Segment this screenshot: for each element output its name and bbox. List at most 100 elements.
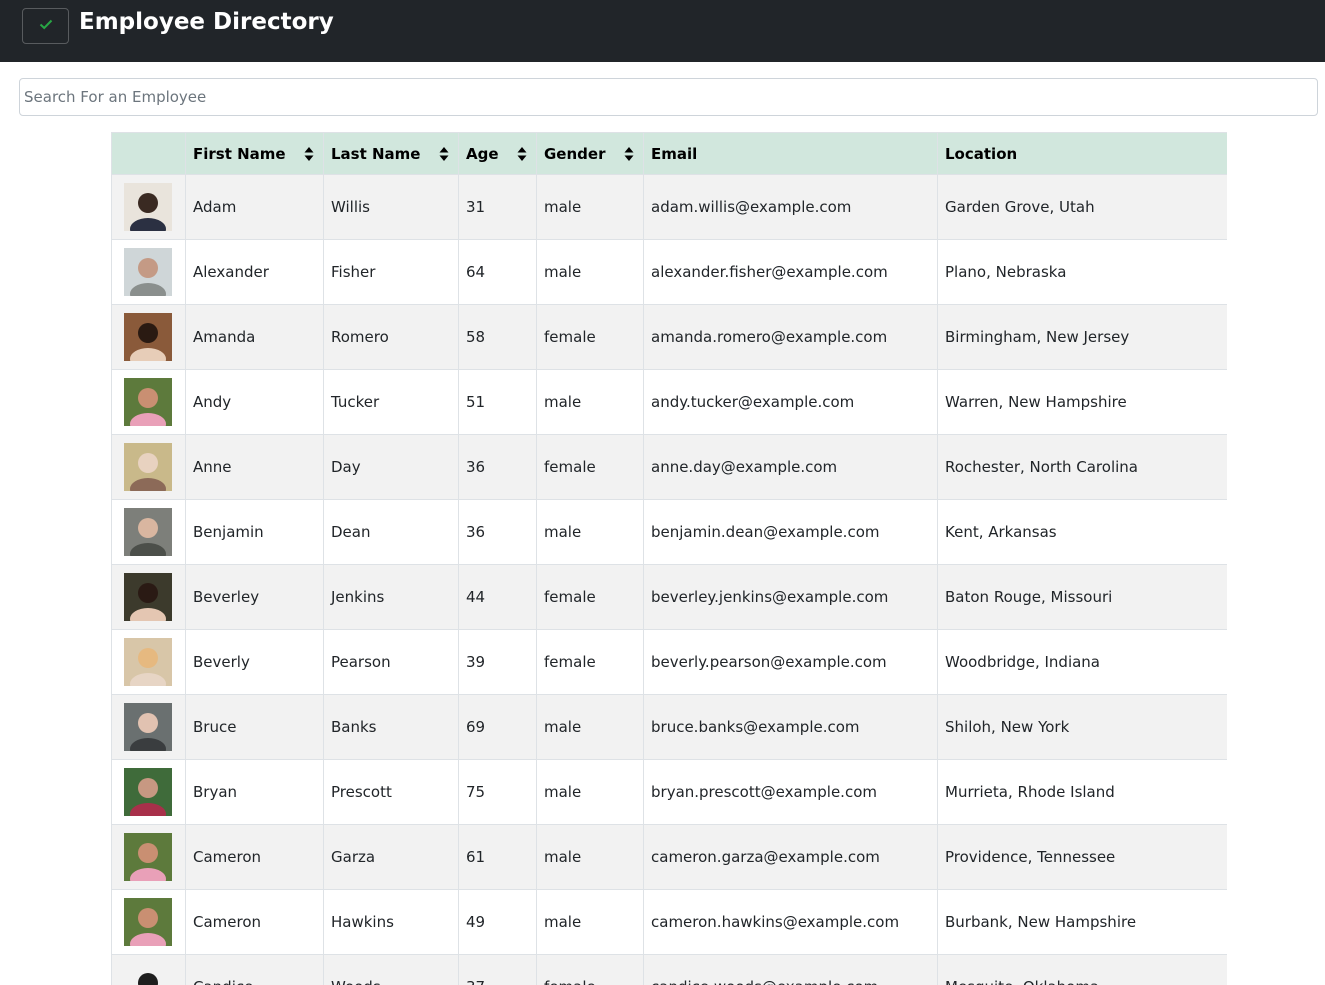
cell-first: Bryan [185,759,324,825]
cell-location: Baton Rouge, Missouri [937,564,1227,630]
photo-cell [111,694,186,760]
cell-last: Dean [323,499,459,565]
cell-age: 61 [458,824,537,890]
cell-first: Andy [185,369,324,435]
table-row: Amanda Romero 58 female amanda.romero@exampl… [111,304,1227,370]
avatar [124,898,172,946]
avatar [124,378,172,426]
table-row: Adam Willis 31 male adam.willis@example.com G… [111,174,1227,240]
cell-gender: male [536,759,644,825]
cell-gender: male [536,889,644,955]
avatar [124,573,172,621]
cell-gender: male [536,369,644,435]
cell-email: benjamin.dean@example.com [643,499,938,565]
avatar [124,313,172,361]
photo-cell [111,369,186,435]
avatar [124,963,172,985]
cell-location: Kent, Arkansas [937,499,1227,565]
cell-last: Willis [323,174,459,240]
cell-location: Rochester, North Carolina [937,434,1227,500]
cell-age: 51 [458,369,537,435]
cell-last: Romero [323,304,459,370]
cell-first: Beverley [185,564,324,630]
photo-cell [111,239,186,305]
cell-location: Shiloh, New York [937,694,1227,760]
cell-last: Prescott [323,759,459,825]
sort-icon[interactable] [624,146,634,162]
header-last-name[interactable]: Last Name [323,132,459,175]
cell-age: 49 [458,889,537,955]
cell-location: Burbank, New Hampshire [937,889,1227,955]
header-age[interactable]: Age [458,132,537,175]
avatar [124,248,172,296]
sort-icon[interactable] [517,146,527,162]
table-row: Cameron Hawkins 49 male cameron.hawkins@exam… [111,889,1227,955]
avatar [124,638,172,686]
photo-cell [111,629,186,695]
header-image [111,132,186,175]
cell-first: Benjamin [185,499,324,565]
cell-location: Murrieta, Rhode Island [937,759,1227,825]
header-email-label: Email [651,144,698,163]
cell-gender: female [536,564,644,630]
check-icon [38,16,54,36]
cell-last: Pearson [323,629,459,695]
cell-email: cameron.garza@example.com [643,824,938,890]
cell-first: Bruce [185,694,324,760]
table-row: Benjamin Dean 36 male benjamin.dean@example.… [111,499,1227,565]
table-row: Bruce Banks 69 male bruce.banks@example.com S… [111,694,1227,760]
search-input[interactable] [19,78,1318,116]
header-gender[interactable]: Gender [536,132,644,175]
cell-age: 69 [458,694,537,760]
cell-email: adam.willis@example.com [643,174,938,240]
table-row: Beverly Pearson 39 female beverly.pearson@ex… [111,629,1227,695]
navbar-toggle-button[interactable] [22,8,69,44]
cell-gender: male [536,694,644,760]
cell-age: 44 [458,564,537,630]
sort-icon[interactable] [304,146,314,162]
cell-gender: male [536,824,644,890]
page-title: Employee Directory [79,9,334,35]
cell-age: 39 [458,629,537,695]
table-header: First Name Last Name Age Gender Email Lo… [111,132,1227,175]
table-row: Bryan Prescott 75 male bryan.prescott@exampl… [111,759,1227,825]
cell-gender: female [536,304,644,370]
cell-gender: male [536,174,644,240]
table-row: Andy Tucker 51 male andy.tucker@example.com W… [111,369,1227,435]
cell-email: beverley.jenkins@example.com [643,564,938,630]
cell-first: Adam [185,174,324,240]
header-age-label: Age [466,144,499,163]
cell-gender: male [536,499,644,565]
cell-last: Tucker [323,369,459,435]
photo-cell [111,434,186,500]
cell-email: cameron.hawkins@example.com [643,889,938,955]
cell-gender: female [536,434,644,500]
cell-email: anne.day@example.com [643,434,938,500]
table-row: Beverley Jenkins 44 female beverley.jenkins@… [111,564,1227,630]
cell-location: Plano, Nebraska [937,239,1227,305]
cell-first: Candice [185,954,324,985]
cell-last: Banks [323,694,459,760]
cell-location: Birmingham, New Jersey [937,304,1227,370]
cell-email: candice.woods@example.com [643,954,938,985]
cell-email: amanda.romero@example.com [643,304,938,370]
cell-age: 64 [458,239,537,305]
header-first-name[interactable]: First Name [185,132,324,175]
cell-age: 31 [458,174,537,240]
cell-age: 37 [458,954,537,985]
table-row: Alexander Fisher 64 male alexander.fisher@ex… [111,239,1227,305]
sort-icon[interactable] [439,146,449,162]
cell-last: Fisher [323,239,459,305]
cell-email: bruce.banks@example.com [643,694,938,760]
cell-last: Garza [323,824,459,890]
cell-age: 58 [458,304,537,370]
avatar [124,833,172,881]
header-first-name-label: First Name [193,144,286,163]
navbar: Employee Directory [0,0,1325,62]
photo-cell [111,889,186,955]
photo-cell [111,759,186,825]
employee-table: First Name Last Name Age Gender Email Lo… [111,132,1227,985]
cell-location: Woodbridge, Indiana [937,629,1227,695]
cell-location: Warren, New Hampshire [937,369,1227,435]
cell-last: Day [323,434,459,500]
